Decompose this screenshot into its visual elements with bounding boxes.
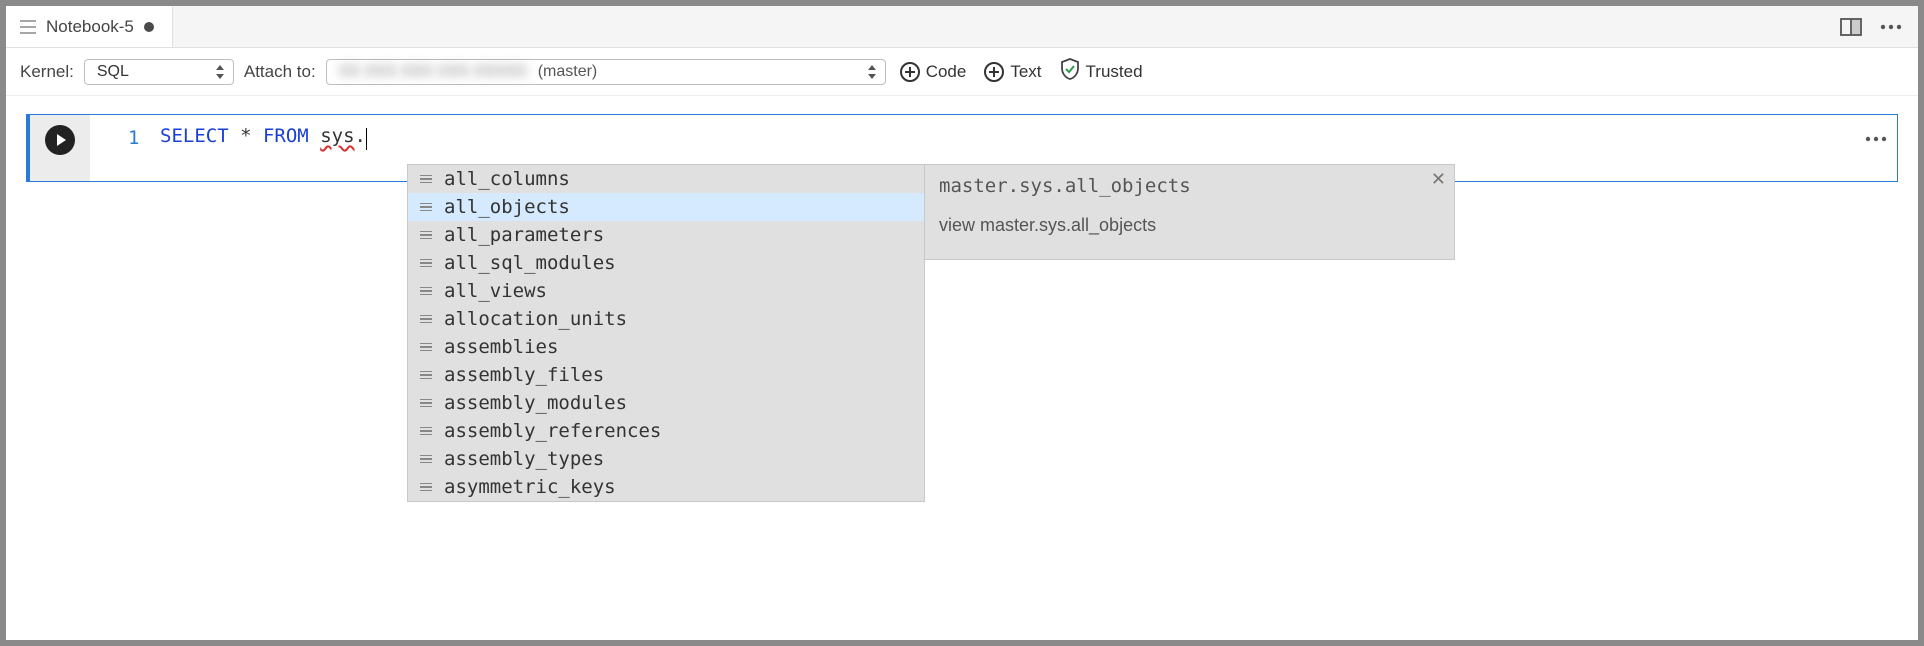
add-text-button[interactable]: Text bbox=[980, 60, 1045, 84]
autocomplete-item-label: assembly_files bbox=[444, 364, 604, 386]
kernel-label: Kernel: bbox=[20, 62, 74, 82]
cell-gutter bbox=[30, 115, 90, 181]
trusted-button[interactable]: Trusted bbox=[1056, 56, 1147, 87]
list-lines-icon bbox=[420, 287, 434, 296]
play-icon bbox=[57, 134, 66, 146]
tab-notebook[interactable]: Notebook-5 bbox=[6, 6, 173, 47]
plus-circle-icon bbox=[984, 62, 1004, 82]
add-text-label: Text bbox=[1010, 62, 1041, 82]
autocomplete-item[interactable]: all_sql_modules bbox=[408, 249, 924, 277]
autocomplete-item[interactable]: assembly_modules bbox=[408, 389, 924, 417]
dirty-indicator-icon bbox=[144, 22, 154, 32]
autocomplete-item-label: all_sql_modules bbox=[444, 252, 616, 274]
autocomplete-item[interactable]: all_columns bbox=[408, 165, 924, 193]
autocomplete-item[interactable]: all_objects bbox=[408, 193, 924, 221]
run-cell-button[interactable] bbox=[45, 125, 75, 155]
autocomplete-item[interactable]: assembly_types bbox=[408, 445, 924, 473]
attach-label: Attach to: bbox=[244, 62, 316, 82]
list-lines-icon bbox=[420, 315, 434, 324]
autocomplete-item-label: all_objects bbox=[444, 196, 570, 218]
list-lines-icon bbox=[420, 427, 434, 436]
list-lines-icon bbox=[420, 175, 434, 184]
more-actions-button[interactable] bbox=[1876, 12, 1906, 42]
plus-circle-icon bbox=[900, 62, 920, 82]
autocomplete-item[interactable]: all_parameters bbox=[408, 221, 924, 249]
trusted-label: Trusted bbox=[1086, 62, 1143, 82]
tab-bar: Notebook-5 bbox=[6, 6, 1918, 48]
autocomplete-popup: all_columns all_objects all_parameters all_… bbox=[407, 164, 1455, 502]
autocomplete-detail-title: master.sys.all_objects bbox=[939, 175, 1440, 197]
autocomplete-item-label: all_parameters bbox=[444, 224, 604, 246]
app-window: Notebook-5 Kernel: SQL Attach to: XX XXX… bbox=[6, 6, 1918, 640]
line-number: 1 bbox=[128, 127, 139, 149]
list-lines-icon bbox=[420, 343, 434, 352]
attach-value-obscured: XX XXX XXX XXX XXXXX bbox=[339, 63, 528, 80]
tabbar-actions bbox=[1824, 6, 1918, 47]
text-cursor bbox=[366, 128, 367, 150]
split-editor-button[interactable] bbox=[1836, 12, 1866, 42]
autocomplete-item[interactable]: assembly_files bbox=[408, 361, 924, 389]
select-arrows-icon bbox=[215, 65, 225, 79]
close-detail-button[interactable]: ✕ bbox=[1431, 169, 1446, 190]
list-lines-icon bbox=[420, 371, 434, 380]
attach-select[interactable]: XX XXX XXX XXX XXXXX (master) bbox=[326, 59, 886, 85]
notebook-toolbar: Kernel: SQL Attach to: XX XXX XXX XXX XX… bbox=[6, 48, 1918, 96]
list-lines-icon bbox=[420, 483, 434, 492]
autocomplete-item-label: all_views bbox=[444, 280, 547, 302]
list-lines-icon bbox=[420, 455, 434, 464]
editor-area: 1 SELECT * FROM sys. all_columnsall_obje… bbox=[6, 96, 1918, 200]
autocomplete-item[interactable]: all_views bbox=[408, 277, 924, 305]
add-code-label: Code bbox=[926, 62, 967, 82]
autocomplete-item-label: assemblies bbox=[444, 336, 558, 358]
list-lines-icon bbox=[420, 203, 434, 212]
list-lines-icon bbox=[420, 259, 434, 268]
code-line: SELECT * FROM sys. bbox=[104, 125, 1883, 147]
kernel-value: SQL bbox=[97, 63, 129, 81]
notebook-icon bbox=[20, 20, 36, 34]
shield-icon bbox=[1060, 58, 1080, 85]
autocomplete-item-label: allocation_units bbox=[444, 308, 627, 330]
attach-suffix: (master) bbox=[538, 63, 598, 80]
autocomplete-item-label: assembly_types bbox=[444, 448, 604, 470]
list-lines-icon bbox=[420, 231, 434, 240]
list-lines-icon bbox=[420, 399, 434, 408]
autocomplete-detail: ✕ master.sys.all_objects view master.sys… bbox=[925, 164, 1455, 260]
autocomplete-item-label: assembly_modules bbox=[444, 392, 627, 414]
autocomplete-item[interactable]: allocation_units bbox=[408, 305, 924, 333]
autocomplete-detail-body: view master.sys.all_objects bbox=[939, 215, 1440, 236]
autocomplete-item[interactable]: assemblies bbox=[408, 333, 924, 361]
autocomplete-item[interactable]: asymmetric_keys bbox=[408, 473, 924, 501]
autocomplete-item-label: all_columns bbox=[444, 168, 570, 190]
add-code-button[interactable]: Code bbox=[896, 60, 971, 84]
kernel-select[interactable]: SQL bbox=[84, 59, 234, 85]
autocomplete-item[interactable]: assembly_references bbox=[408, 417, 924, 445]
cell-actions-button[interactable] bbox=[1865, 123, 1887, 148]
autocomplete-item-label: asymmetric_keys bbox=[444, 476, 616, 498]
autocomplete-list[interactable]: all_columns all_objects all_parameters all_… bbox=[407, 164, 925, 502]
tab-title: Notebook-5 bbox=[46, 17, 134, 37]
select-arrows-icon bbox=[867, 65, 877, 79]
autocomplete-item-label: assembly_references bbox=[444, 420, 661, 442]
